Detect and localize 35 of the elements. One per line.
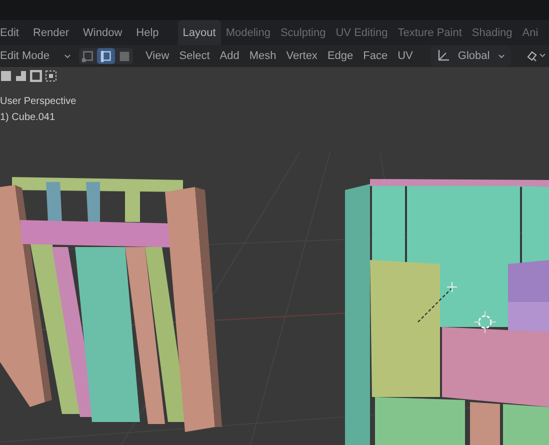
workspace-tab[interactable]: Shading (466, 20, 518, 45)
workspace-tab[interactable]: UV Editing (330, 20, 393, 45)
plus-icon (446, 282, 458, 292)
chevron-icon (498, 54, 505, 58)
selection-mode-icon[interactable] (0, 70, 12, 82)
menu-item[interactable]: Edit (0, 26, 26, 38)
dashed-line (418, 288, 452, 322)
object-name: 1) Cube.041 (0, 112, 56, 123)
transform-orientation-dropdown[interactable]: Global (430, 46, 511, 66)
menu-item[interactable]: Add (214, 50, 244, 62)
view-name: User Perspective (0, 96, 76, 107)
menu-item[interactable]: View (140, 50, 174, 62)
menu-item[interactable]: Edge (322, 50, 358, 62)
workspace-tab[interactable]: Texture Paint (392, 20, 467, 45)
workspace-tab[interactable]: Ani (517, 20, 544, 45)
menu-item[interactable]: Help (129, 26, 166, 38)
menu-item[interactable]: Select (174, 50, 215, 62)
menu-item[interactable]: Face (358, 50, 393, 62)
workspace-tab[interactable]: Layout (178, 20, 221, 45)
axes-icon (436, 49, 450, 63)
selection-mode-icon[interactable] (15, 70, 27, 82)
menu-item[interactable]: Mesh (244, 50, 282, 62)
menu-item[interactable]: Render (26, 26, 76, 38)
menu-item[interactable]: Window (76, 26, 130, 38)
link-icon[interactable] (524, 49, 547, 63)
3d-cursor-icon (474, 310, 496, 334)
chevron-icon (64, 54, 71, 58)
mode-dropdown[interactable]: Edit Mode (0, 50, 75, 62)
menu-item[interactable]: Vertex (281, 50, 322, 62)
menu-item[interactable]: UV (392, 50, 418, 62)
selection-mode-icon[interactable] (30, 70, 42, 82)
workspace-tab[interactable]: Sculpting (275, 20, 331, 45)
selection-mode-icon[interactable] (45, 70, 57, 82)
edge-select-button[interactable] (96, 48, 115, 64)
workspace-tab[interactable]: Modeling (220, 20, 276, 45)
